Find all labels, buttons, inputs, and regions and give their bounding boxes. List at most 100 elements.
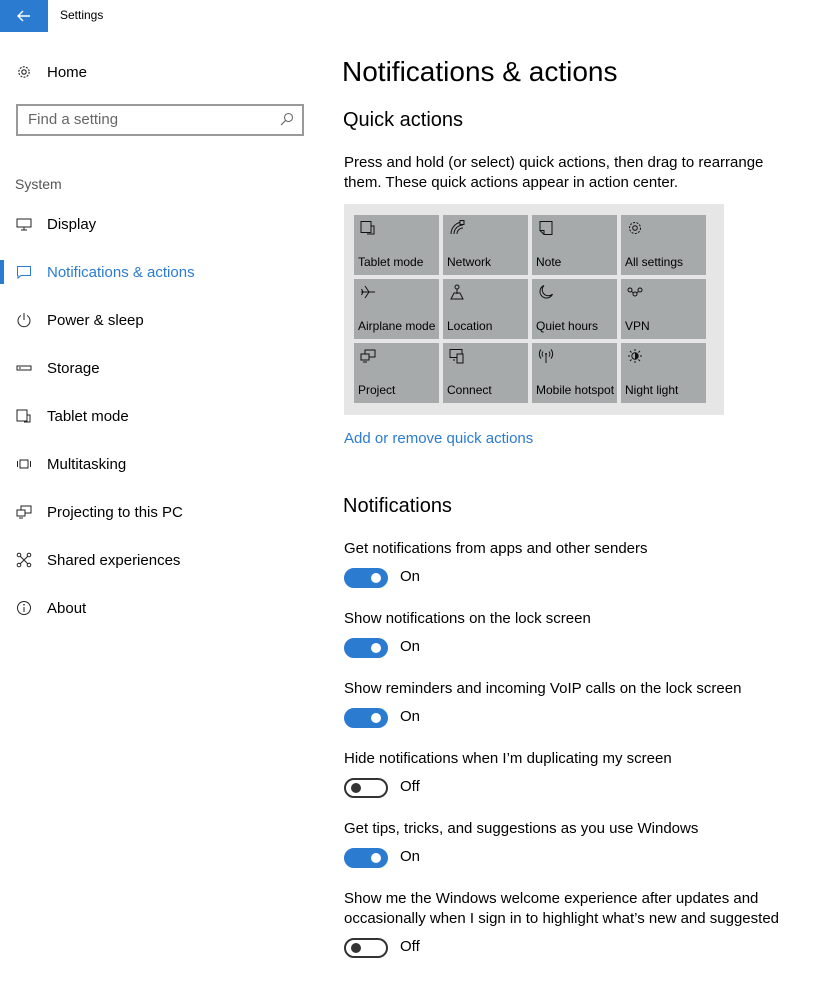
note-icon — [538, 220, 554, 236]
page-title: Notifications & actions — [342, 56, 618, 87]
setting-hide-when-duplicating: Hide notifications when I’m duplicating … — [344, 749, 804, 802]
tile-label: Mobile hotspot — [536, 383, 615, 397]
quick-action-airplane-mode[interactable]: Airplane mode — [354, 279, 439, 339]
sidebar-item-multitasking[interactable]: Multitasking — [0, 448, 320, 496]
toggle-state: On — [400, 568, 421, 585]
sidebar-item-label: Projecting to this PC — [47, 504, 183, 521]
sidebar-item-display[interactable]: Display — [0, 208, 320, 256]
sidebar-item-tablet-mode[interactable]: Tablet mode — [0, 400, 320, 448]
toggle-knob — [371, 713, 381, 723]
notifications-heading: Notifications — [343, 495, 452, 517]
setting-reminders-voip: Show reminders and incoming VoIP calls o… — [344, 679, 804, 732]
airplane-icon — [360, 284, 376, 300]
sidebar-item-label: Tablet mode — [47, 408, 129, 425]
quick-action-quiet-hours[interactable]: Quiet hours — [532, 279, 617, 339]
quick-action-project[interactable]: Project — [354, 343, 439, 403]
tile-label: VPN — [625, 319, 650, 333]
toggle-knob — [351, 783, 361, 793]
quick-actions-grid: Tablet mode Network Note All settings Ai… — [354, 215, 706, 403]
connect-icon — [449, 348, 465, 364]
tile-label: Note — [536, 255, 562, 269]
toggle-knob — [371, 853, 381, 863]
quick-action-all-settings[interactable]: All settings — [621, 215, 706, 275]
sidebar-item-notifications[interactable]: Notifications & actions — [0, 256, 320, 304]
toggle-knob — [371, 573, 381, 583]
setting-lock-screen-notifications: Show notifications on the lock screen On — [344, 609, 804, 662]
toggle-knob — [351, 943, 361, 953]
toggle-switch[interactable] — [344, 638, 388, 658]
sidebar-item-label: Notifications & actions — [47, 264, 195, 281]
toggle-switch[interactable] — [344, 938, 388, 958]
quick-actions-panel: Tablet mode Network Note All settings Ai… — [344, 204, 724, 415]
sidebar-item-storage[interactable]: Storage — [0, 352, 320, 400]
toggle-state: Off — [400, 938, 420, 955]
setting-welcome-experience: Show me the Windows welcome experience a… — [344, 889, 804, 962]
setting-label: Show reminders and incoming VoIP calls o… — [344, 680, 742, 697]
network-icon — [449, 220, 465, 236]
setting-label: Hide notifications when I’m duplicating … — [344, 750, 672, 767]
setting-label: Show notifications on the lock screen — [344, 610, 591, 627]
toggle-switch[interactable] — [344, 568, 388, 588]
quick-actions-description: Press and hold (or select) quick actions… — [344, 154, 764, 191]
toggle-state: On — [400, 848, 421, 865]
setting-label: Show me the Windows welcome experience a… — [344, 890, 779, 927]
back-button[interactable] — [0, 0, 48, 32]
quick-action-night-light[interactable]: Night light — [621, 343, 706, 403]
setting-tips-tricks: Get tips, tricks, and suggestions as you… — [344, 819, 804, 872]
quick-action-vpn[interactable]: VPN — [621, 279, 706, 339]
home-nav-item[interactable]: Home — [0, 58, 320, 86]
sidebar-item-label: Storage — [47, 360, 100, 377]
gear-icon — [16, 64, 32, 80]
toggle-state: On — [400, 708, 421, 725]
setting-label: Get tips, tricks, and suggestions as you… — [344, 820, 699, 837]
quick-action-note[interactable]: Note — [532, 215, 617, 275]
tile-label: Tablet mode — [358, 255, 424, 269]
night-light-icon — [627, 348, 643, 364]
search-box[interactable] — [16, 104, 304, 136]
toggle-state: Off — [400, 778, 420, 795]
quick-action-location[interactable]: Location — [443, 279, 528, 339]
shared-experiences-icon — [16, 552, 32, 568]
projecting-icon — [16, 504, 32, 520]
toggle-switch[interactable] — [344, 708, 388, 728]
tile-label: All settings — [625, 255, 684, 269]
tablet-mode-icon — [16, 408, 32, 424]
sidebar-item-projecting[interactable]: Projecting to this PC — [0, 496, 320, 544]
search-icon[interactable] — [280, 112, 294, 126]
back-arrow-icon — [17, 10, 30, 22]
quick-action-mobile-hotspot[interactable]: Mobile hotspot — [532, 343, 617, 403]
setting-label: Get notifications from apps and other se… — [344, 540, 648, 557]
title-bar: Settings — [0, 0, 820, 32]
gear-icon — [627, 220, 643, 236]
storage-icon — [16, 360, 32, 376]
power-icon — [16, 312, 32, 328]
sidebar-item-label: Power & sleep — [47, 312, 144, 329]
toggle-switch[interactable] — [344, 848, 388, 868]
group-label-system: System — [15, 176, 62, 192]
quick-action-network[interactable]: Network — [443, 215, 528, 275]
toggle-knob — [371, 643, 381, 653]
sidebar-item-label: Shared experiences — [47, 552, 181, 569]
sidebar-item-about[interactable]: About — [0, 592, 320, 640]
info-icon — [16, 600, 32, 616]
home-label: Home — [47, 64, 88, 81]
sidebar-item-power-sleep[interactable]: Power & sleep — [0, 304, 320, 352]
toggle-state: On — [400, 638, 421, 655]
tile-label: Airplane mode — [358, 319, 436, 333]
quick-action-connect[interactable]: Connect — [443, 343, 528, 403]
quick-action-tablet-mode[interactable]: Tablet mode — [354, 215, 439, 275]
sidebar-item-label: About — [47, 600, 87, 617]
tile-label: Network — [447, 255, 492, 269]
project-icon — [360, 348, 376, 364]
tile-label: Connect — [447, 383, 492, 397]
sidebar: Home System Display Notifications & acti… — [0, 32, 320, 988]
search-input[interactable] — [18, 106, 268, 132]
add-remove-quick-actions-link[interactable]: Add or remove quick actions — [344, 430, 533, 447]
location-icon — [449, 284, 465, 300]
tile-label: Location — [447, 319, 493, 333]
window-title: Settings — [60, 8, 104, 22]
notifications-icon — [16, 264, 32, 280]
toggle-switch[interactable] — [344, 778, 388, 798]
tile-label: Night light — [625, 383, 679, 397]
sidebar-item-shared-experiences[interactable]: Shared experiences — [0, 544, 320, 592]
